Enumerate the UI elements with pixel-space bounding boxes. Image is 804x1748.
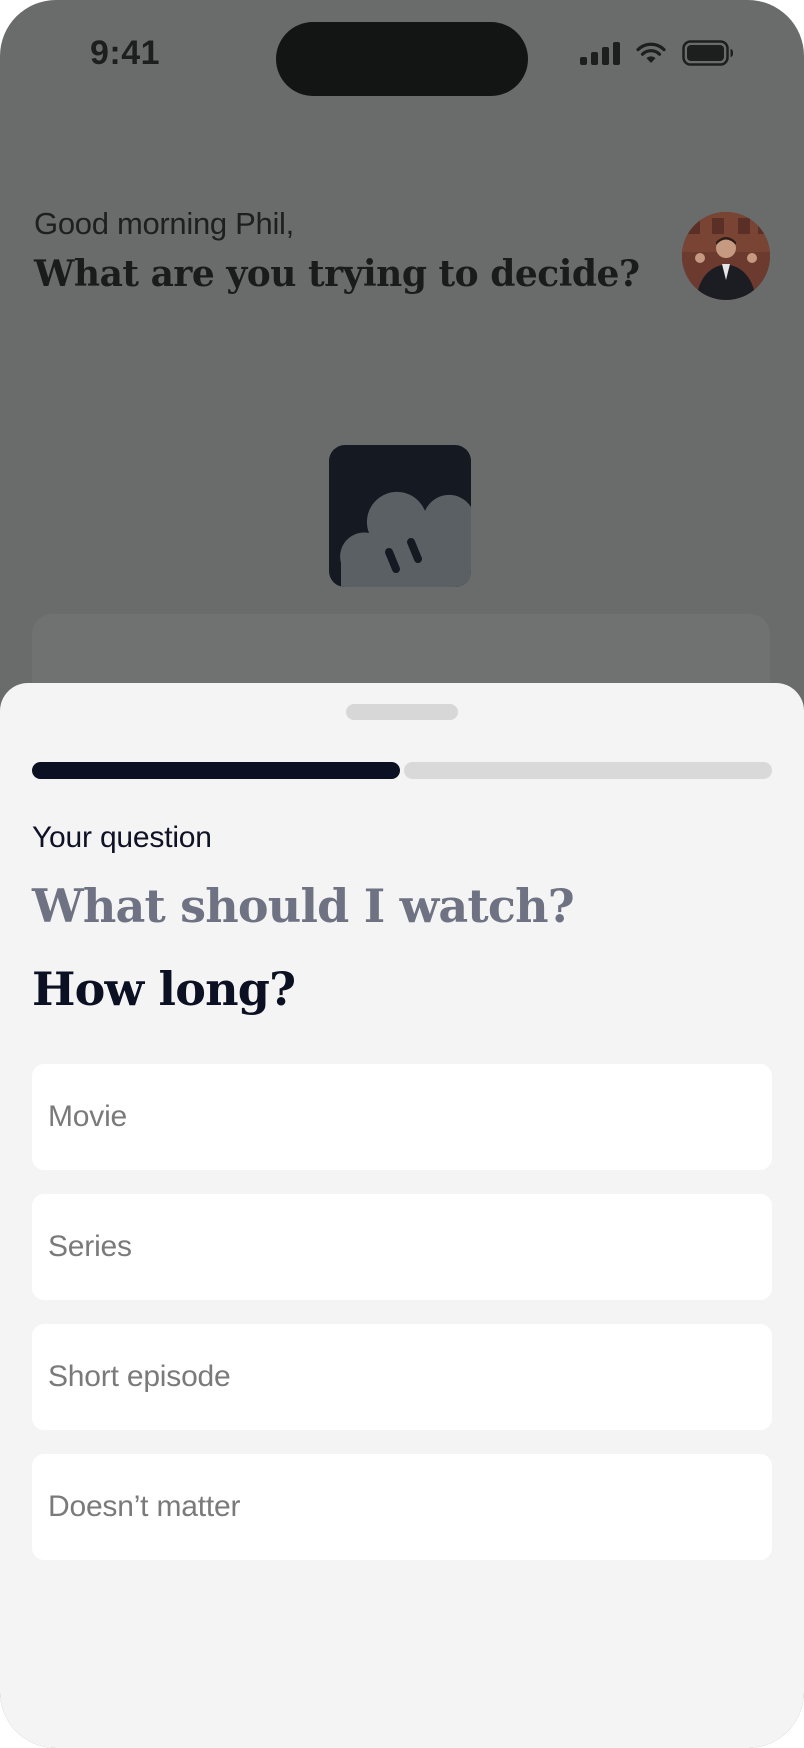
status-bar: 9:41 [0, 0, 804, 110]
phone-screen: 9:41 Good morning Phil, What are you try… [0, 0, 804, 1748]
sheet-drag-handle[interactable] [346, 704, 458, 720]
option-series[interactable]: Series [32, 1194, 772, 1300]
cellular-signal-icon [580, 41, 620, 65]
question-text: What should I watch? [32, 879, 575, 933]
dynamic-island [276, 22, 528, 96]
battery-icon [682, 40, 734, 66]
option-label: Movie [48, 1100, 128, 1133]
option-label: Series [48, 1230, 132, 1263]
follow-up-question: How long? [32, 962, 296, 1016]
status-icons [580, 40, 734, 66]
question-label: Your question [32, 821, 212, 854]
option-short-episode[interactable]: Short episode [32, 1324, 772, 1430]
prompt-heading: What are you trying to decide? [34, 253, 640, 295]
options-list: Movie Series Short episode Doesn’t matte… [32, 1064, 772, 1584]
option-movie[interactable]: Movie [32, 1064, 772, 1170]
bottom-sheet: Your question What should I watch? How l… [0, 683, 804, 1748]
greeting-text: Good morning Phil, [34, 206, 294, 241]
option-label: Short episode [48, 1360, 231, 1393]
status-time: 9:41 [90, 34, 161, 72]
progress-bar-remaining [404, 762, 772, 779]
progress-bar [32, 762, 772, 779]
avatar[interactable] [682, 212, 770, 300]
option-label: Doesn’t matter [48, 1490, 241, 1523]
mascot-cloud-logo [329, 445, 471, 587]
wifi-icon [636, 42, 666, 64]
option-doesnt-matter[interactable]: Doesn’t matter [32, 1454, 772, 1560]
progress-bar-fill [32, 762, 400, 779]
